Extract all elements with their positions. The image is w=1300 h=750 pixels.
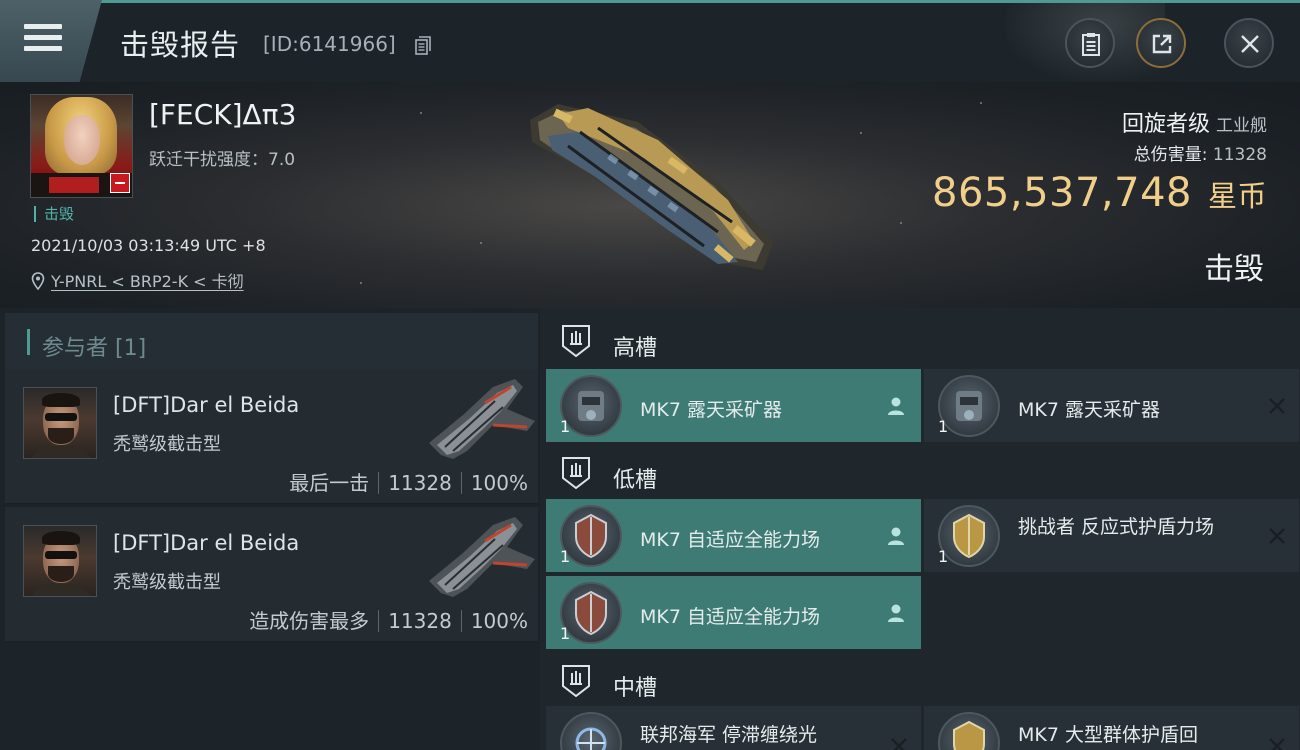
participants-title: 参与者 [1] <box>42 336 147 361</box>
total-damage: 总伤害量: 11328 <box>1134 140 1267 165</box>
attacker-ship: 秃鹫级截击型 <box>113 572 221 593</box>
module-name: 挑战者 反应式护盾力场 <box>1018 516 1215 538</box>
total-damage-label: 总伤害量: <box>1133 145 1208 165</box>
module-name: MK7 自适应全能力场 <box>640 529 820 551</box>
low-slot-header: 低槽 <box>540 442 1300 502</box>
status-badge: 击毁 <box>34 206 74 222</box>
top-accent-line <box>0 0 1300 3</box>
top-bar: 击毁报告 [ID:6141966] <box>0 0 1300 82</box>
attacker-stats: 造成伤害最多 11328 100% <box>249 605 528 634</box>
kill-timestamp: 2021/10/03 03:13:49 UTC +8 <box>31 236 266 255</box>
attacker-role: 造成伤害最多 <box>249 609 370 633</box>
hostile-badge-icon <box>110 173 130 193</box>
isk-amount: 865,537,748 <box>932 170 1192 216</box>
victim-summary: [FECK]Δπ3 跃迁干扰强度：7.0 击毁 2021/10/03 03:13… <box>0 82 1300 308</box>
result-label: 击毁 <box>1204 252 1264 287</box>
fitted-person-icon <box>888 397 904 415</box>
attacker-name: [DFT]Dar el Beida <box>113 393 300 417</box>
module-item[interactable]: 1 MK7 露天采矿器 <box>924 369 1299 442</box>
isk-value: 865,537,748 星币 <box>932 170 1267 216</box>
attacker-damage: 11328 <box>388 471 452 495</box>
attacker-avatar[interactable] <box>23 387 97 459</box>
attacker-ship: 秃鹫级截击型 <box>113 434 221 455</box>
module-item[interactable]: 1 MK7 自适应全能力场 <box>546 576 921 649</box>
location-pin-icon <box>31 272 45 290</box>
module-qty: 1 <box>938 547 949 566</box>
module-item[interactable]: 1 MK7 露天采矿器 <box>546 369 921 442</box>
close-button[interactable] <box>1224 18 1274 68</box>
attacker-percent: 100% <box>470 471 528 495</box>
destroyed-x-icon <box>1269 738 1285 750</box>
attacker-avatar[interactable] <box>23 525 97 597</box>
hamburger-menu-icon[interactable] <box>24 20 64 56</box>
attacker-row[interactable]: [DFT]Dar el Beida 秃鹫级截击型 造成伤害最多 11328 100% <box>5 507 538 642</box>
destroyed-x-icon <box>1269 528 1285 544</box>
share-icon <box>1152 34 1172 54</box>
clipboard-button[interactable] <box>1065 18 1115 68</box>
module-qty: 1 <box>560 417 571 436</box>
module-item[interactable]: 1 联邦海军 停滞缠绕光 <box>546 706 921 750</box>
victim-avatar[interactable] <box>30 94 133 198</box>
low-slot-icon <box>562 457 590 490</box>
clipboard-icon <box>1082 33 1100 56</box>
report-id: [ID:6141966] <box>263 32 396 56</box>
high-slot-header: 高槽 <box>540 310 1300 370</box>
close-icon <box>1241 35 1259 53</box>
module-name: MK7 大型群体护盾回 <box>1018 724 1198 746</box>
module-item[interactable]: 1 MK7 大型群体护盾回 <box>924 706 1299 750</box>
mid-slot-header: 中槽 <box>540 650 1300 710</box>
attacker-damage: 11328 <box>388 609 452 633</box>
attacker-ship-image <box>429 517 535 597</box>
module-name: MK7 露天采矿器 <box>1018 399 1160 421</box>
module-item[interactable]: 1 挑战者 反应式护盾力场 <box>924 499 1299 572</box>
module-qty: 1 <box>938 417 949 436</box>
victim-name: [FECK]Δπ3 <box>149 98 297 131</box>
total-damage-value: 11328 <box>1212 145 1267 165</box>
mid-slot-icon <box>562 665 590 698</box>
share-button[interactable] <box>1136 18 1186 68</box>
isk-unit: 星币 <box>1207 179 1267 213</box>
stasis-webifier-icon <box>560 712 622 750</box>
ship-class: 回旋者级 工业舰 <box>1122 106 1267 138</box>
participants-panel: 参与者 [1] [DFT]Dar el Beida 秃鹫级截击型 最后一击 113… <box>0 308 540 750</box>
module-qty: 1 <box>560 547 571 566</box>
attacker-name: [DFT]Dar el Beida <box>113 531 300 555</box>
victim-ship-image <box>530 104 773 270</box>
module-name: MK7 自适应全能力场 <box>640 606 820 628</box>
attacker-row[interactable]: [DFT]Dar el Beida 秃鹫级截击型 最后一击 11328 100% <box>5 369 538 504</box>
module-item[interactable]: 1 MK7 自适应全能力场 <box>546 499 921 572</box>
module-name: MK7 露天采矿器 <box>640 399 782 421</box>
mid-slot-label: 中槽 <box>613 676 658 701</box>
attacker-ship-image <box>429 379 535 459</box>
attacker-stats: 最后一击 11328 100% <box>289 467 528 496</box>
module-name: 联邦海军 停滞缠绕光 <box>640 724 818 746</box>
destroyed-x-icon <box>1269 398 1285 414</box>
ship-class-name: 回旋者级 <box>1121 112 1210 137</box>
fitting-panel: 高槽 1 MK7 露天采矿器 1 MK7 露天采矿器 低槽 1 MK7 自适应全… <box>540 308 1300 750</box>
attacker-percent: 100% <box>470 609 528 633</box>
page-title: 击毁报告 <box>120 28 241 62</box>
attacker-role: 最后一击 <box>289 471 370 495</box>
high-slot-icon <box>562 325 590 358</box>
low-slot-label: 低槽 <box>613 468 658 493</box>
destroyed-x-icon <box>891 738 907 750</box>
warp-strength: 跃迁干扰强度：7.0 <box>149 150 296 170</box>
copy-icon[interactable] <box>415 36 431 55</box>
fitted-person-icon <box>888 527 904 545</box>
ship-type: 工业舰 <box>1216 116 1267 136</box>
shield-booster-icon <box>938 712 1000 750</box>
participants-header: 参与者 [1] <box>5 313 538 369</box>
location-text: Y-PNRL < BRP2-K < 卡彻 <box>51 272 244 291</box>
high-slot-label: 高槽 <box>613 336 658 361</box>
module-qty: 1 <box>560 624 571 643</box>
fitted-person-icon <box>888 604 904 622</box>
location-link[interactable]: Y-PNRL < BRP2-K < 卡彻 <box>31 268 244 292</box>
